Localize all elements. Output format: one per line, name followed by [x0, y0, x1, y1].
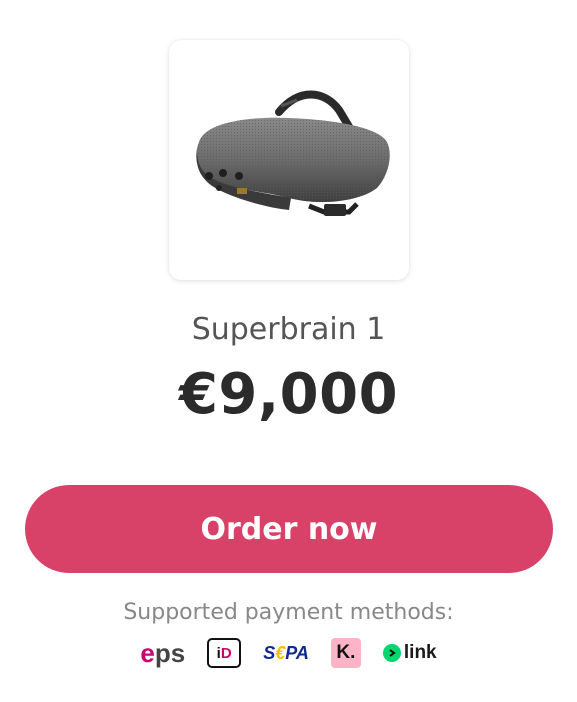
- eps-logo-icon: e ps: [140, 638, 185, 669]
- product-price: €9,000: [178, 362, 399, 427]
- sepa-logo-euro: €: [275, 642, 286, 663]
- klarna-logo-text: K.: [336, 642, 356, 663]
- product-title: Superbrain 1: [191, 312, 386, 347]
- link-logo-text: link: [403, 642, 437, 663]
- klarna-logo-icon: K.: [330, 638, 361, 668]
- checkout-page: Superbrain 1 €9,000 Order now Supported …: [0, 0, 577, 702]
- product-image-card: [169, 40, 409, 280]
- eps-logo-e: e: [140, 637, 155, 668]
- eps-logo-rest: ps: [154, 637, 186, 668]
- sepa-logo-icon: S € PA: [263, 643, 309, 664]
- sepa-logo-s: S: [263, 642, 276, 663]
- link-arrow-icon: [382, 644, 401, 662]
- ideal-logo-d: D: [220, 644, 232, 662]
- sepa-logo-pa: PA: [285, 642, 309, 663]
- payment-methods-list: e ps iD S € PA K. link: [0, 636, 577, 670]
- order-now-button[interactable]: Order now: [25, 485, 553, 573]
- ideal-logo-icon: iD: [207, 638, 242, 668]
- payment-methods-caption: Supported payment methods:: [123, 600, 454, 625]
- link-logo-icon: link: [382, 642, 437, 664]
- vr-headset-image: [196, 90, 390, 216]
